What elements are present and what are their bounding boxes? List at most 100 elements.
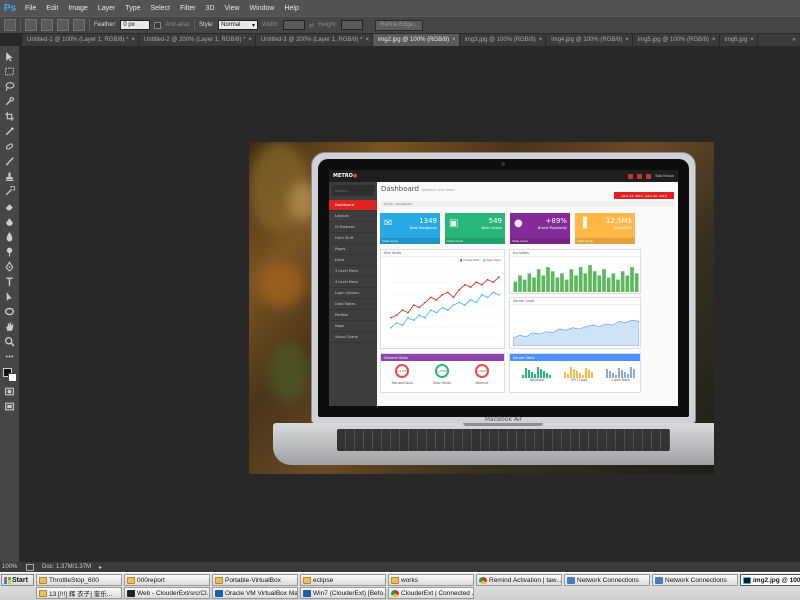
close-icon[interactable]: × xyxy=(750,37,754,43)
shape-tool-icon[interactable] xyxy=(3,305,17,318)
menu-edit[interactable]: Edit xyxy=(41,5,63,12)
menu-type[interactable]: Type xyxy=(120,5,145,12)
close-icon[interactable]: × xyxy=(131,37,135,43)
color-swatches[interactable] xyxy=(2,367,18,383)
laptop-bezel: METRO● Bob Nilson Search... Dashboard Lay… xyxy=(318,159,689,417)
lasso-tool-icon[interactable] xyxy=(3,80,17,93)
status-expand-icon[interactable]: ▸ xyxy=(99,564,102,571)
antialias-checkbox[interactable] xyxy=(154,21,162,29)
refine-edge-button[interactable]: Refine Edge... xyxy=(375,19,424,31)
intersect-selection-icon[interactable] xyxy=(73,19,85,31)
status-menu-icon[interactable] xyxy=(26,563,34,571)
marquee-tool-icon[interactable] xyxy=(3,65,17,78)
tab-img6[interactable]: img6.jpg × xyxy=(720,34,758,46)
data-point xyxy=(447,309,449,311)
taskbar-button[interactable]: Network Connections xyxy=(652,574,738,586)
data-point xyxy=(407,316,409,319)
tool-preset-picker[interactable] xyxy=(4,19,16,31)
taskbar-button[interactable]: Remind Activation | taw... xyxy=(476,574,562,586)
spot-heal-tool-icon[interactable] xyxy=(3,140,17,153)
blur-tool-icon[interactable] xyxy=(3,230,17,243)
pen-tool-icon[interactable] xyxy=(3,260,17,273)
tab-untitled-1[interactable]: Untitled-1 @ 100% (Layer 1, RGB/8) * × xyxy=(22,34,139,46)
menu-window[interactable]: Window xyxy=(245,5,280,12)
hand-tool-icon[interactable] xyxy=(3,320,17,333)
tab-img2[interactable]: img2.jpg @ 100% (RGB/8) × xyxy=(372,34,460,46)
activity-bar xyxy=(620,271,625,292)
clone-stamp-tool-icon[interactable] xyxy=(3,170,17,183)
menu-layer[interactable]: Layer xyxy=(93,5,121,12)
zoom-level[interactable]: 100% xyxy=(2,564,17,570)
taskbar-button[interactable]: works xyxy=(388,574,474,586)
new-selection-icon[interactable] xyxy=(25,19,37,31)
add-selection-icon[interactable] xyxy=(41,19,53,31)
document-image[interactable]: METRO● Bob Nilson Search... Dashboard Lay… xyxy=(249,142,714,474)
style-select[interactable]: Normal ▾ xyxy=(218,20,259,30)
menu-filter[interactable]: Filter xyxy=(175,5,201,12)
subtract-selection-icon[interactable] xyxy=(57,19,69,31)
zoom-tool-icon[interactable] xyxy=(3,335,17,348)
eraser-tool-icon[interactable] xyxy=(3,200,17,213)
data-point xyxy=(412,304,415,306)
taskbar-button[interactable]: Oracle VM VirtualBox Ma... xyxy=(212,587,298,599)
stat-value: 12,5M$ xyxy=(605,217,632,225)
taskbar-button[interactable]: ClouderExt | Connected ... xyxy=(388,587,474,599)
taskbar-button[interactable]: eclipse xyxy=(300,574,386,586)
screen-mode-icon[interactable] xyxy=(3,400,17,413)
tab-img4[interactable]: img4.jpg @ 100% (RGB/8) × xyxy=(546,34,633,46)
height-input[interactable] xyxy=(341,20,364,30)
menu-view[interactable]: View xyxy=(220,5,245,12)
menu-file[interactable]: File xyxy=(20,5,41,12)
close-icon[interactable]: × xyxy=(365,37,369,43)
brush-tool-icon[interactable] xyxy=(3,155,17,168)
tab-img3[interactable]: img3.jpg @ 100% (RGB/8) × xyxy=(460,34,547,46)
menu-3d[interactable]: 3D xyxy=(201,5,220,12)
close-icon[interactable]: × xyxy=(712,37,716,43)
menu-help[interactable]: Help xyxy=(279,5,303,12)
taskbar-button[interactable]: Win7 (ClouderExt) [Befo... xyxy=(300,587,386,599)
width-input[interactable] xyxy=(283,20,306,30)
close-icon[interactable]: × xyxy=(539,37,543,43)
move-tool-icon[interactable] xyxy=(3,50,17,63)
menu-image[interactable]: Image xyxy=(63,5,92,12)
taskbar-button[interactable]: ThrottleStop_600 xyxy=(36,574,122,586)
swap-icon[interactable]: ⇄ xyxy=(309,22,314,29)
crop-tool-icon[interactable] xyxy=(3,110,17,123)
path-select-tool-icon[interactable] xyxy=(3,290,17,303)
tab-untitled-3[interactable]: Untitled-3 @ 200% (Layer 1, RGB/8) * × xyxy=(256,34,373,46)
more-tools-icon[interactable] xyxy=(3,350,17,363)
start-button[interactable]: Start xyxy=(1,574,34,586)
type-tool-icon[interactable] xyxy=(3,275,17,288)
background-color[interactable] xyxy=(7,373,17,382)
close-icon[interactable]: × xyxy=(625,37,629,43)
activities-chart xyxy=(513,265,639,292)
taskbar-button[interactable]: Network Connections xyxy=(564,574,650,586)
taskbar-button[interactable]: 13 [!!!] 辉 衣子] 奎乐... xyxy=(36,587,122,599)
data-point xyxy=(447,291,449,294)
canvas-area[interactable]: METRO● Bob Nilson Search... Dashboard Lay… xyxy=(21,46,800,562)
menu-select[interactable]: Select xyxy=(146,5,175,12)
server-stat-bar xyxy=(591,372,593,378)
tasks-icon xyxy=(646,173,652,179)
taskbar-button[interactable]: Web - ClouderExt/src/Cl... xyxy=(124,587,210,599)
tab-untitled-2[interactable]: Untitled-2 @ 200% (Layer 1, RGB/8) * × xyxy=(139,34,256,46)
data-point xyxy=(435,299,438,301)
stat-circle-label: New Visits xyxy=(432,381,452,385)
close-icon[interactable]: × xyxy=(452,37,456,43)
dodge-tool-icon[interactable] xyxy=(3,245,17,258)
tab-img5[interactable]: img5.jpg @ 100% (RGB/8) × xyxy=(633,34,720,46)
stat-more-link: View more xyxy=(380,238,440,244)
taskbar-button[interactable]: Portable-VirtualBox xyxy=(212,574,298,586)
taskbar-button[interactable]: 000report xyxy=(124,574,210,586)
history-brush-tool-icon[interactable] xyxy=(3,185,17,198)
quick-mask-icon[interactable] xyxy=(3,385,17,398)
taskbar-button[interactable]: img2.jpg @ 100... xyxy=(740,574,800,586)
tabs-overflow-icon[interactable]: » xyxy=(788,34,800,46)
eyedropper-tool-icon[interactable] xyxy=(3,125,17,138)
lid-notch xyxy=(463,423,543,426)
quick-select-tool-icon[interactable] xyxy=(3,95,17,108)
webcam xyxy=(501,162,505,166)
feather-input[interactable]: 0 px xyxy=(120,20,151,30)
gradient-tool-icon[interactable] xyxy=(3,215,17,228)
close-icon[interactable]: × xyxy=(248,37,252,43)
